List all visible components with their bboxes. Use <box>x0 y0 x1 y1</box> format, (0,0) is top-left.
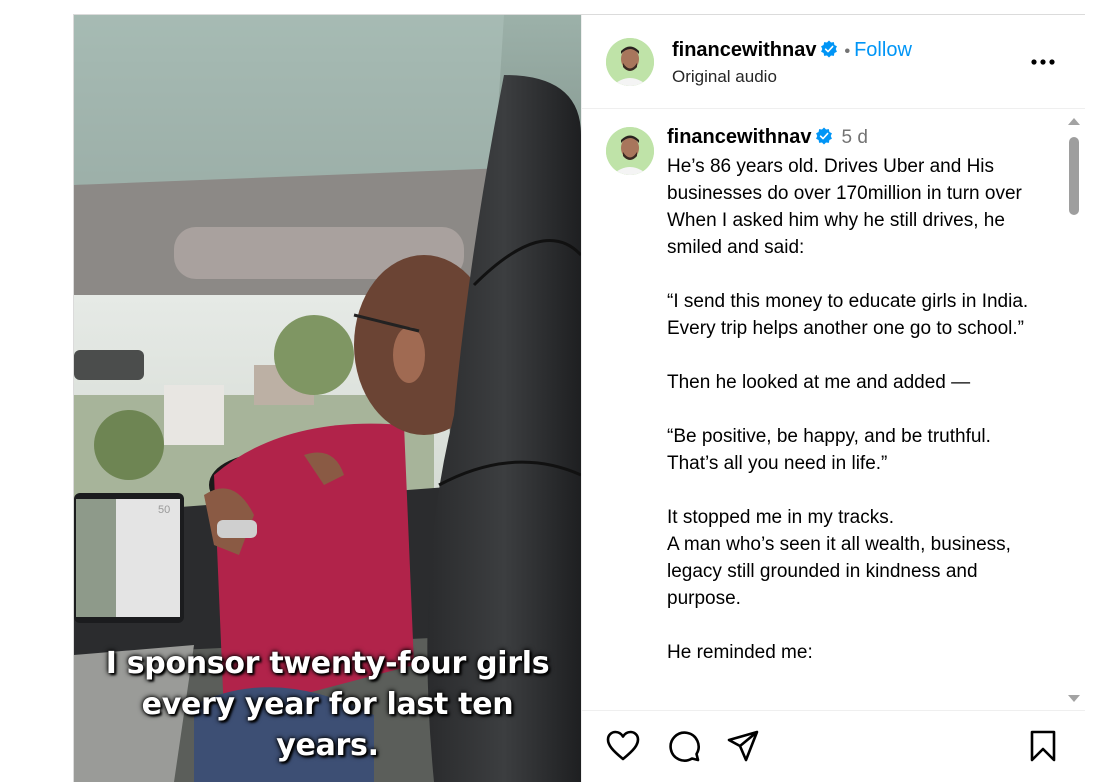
post-timestamp[interactable]: 5 d <box>841 127 867 148</box>
scrollbar-thumb[interactable] <box>1069 137 1079 215</box>
avatar[interactable] <box>606 127 654 175</box>
profile-photo <box>606 127 654 175</box>
scrollbar[interactable] <box>1063 115 1085 710</box>
username-link[interactable]: financewithnav <box>667 126 811 148</box>
post-caption-text: He’s 86 years old. Drives Uber and His b… <box>667 156 1029 663</box>
caption-line: every year for last ten <box>141 687 514 722</box>
caption-line: I sponsor twenty-four girls <box>105 646 550 681</box>
follow-button[interactable]: Follow <box>854 39 912 61</box>
audio-link[interactable]: Original audio <box>672 67 777 87</box>
separator-dot: • <box>844 43 851 60</box>
username-link[interactable]: financewithnav <box>672 39 816 61</box>
screen-speed: 50 <box>158 504 170 516</box>
reel-video[interactable]: 50 I sponsor twenty-four girls every yea… <box>74 15 581 782</box>
scroll-down-arrow-icon[interactable] <box>1068 695 1080 703</box>
share-icon[interactable] <box>726 729 760 763</box>
profile-photo <box>606 38 654 86</box>
verified-badge-icon <box>816 127 833 145</box>
avatar[interactable] <box>606 38 654 86</box>
scroll-up-arrow-icon[interactable] <box>1068 117 1080 125</box>
post-header: financewithnav • Follow Original audio <box>582 15 1085 109</box>
heart-icon[interactable] <box>606 729 640 763</box>
caption-line: years. <box>276 728 379 763</box>
more-options-icon[interactable] <box>1030 57 1056 67</box>
post-panel: financewithnav • Follow Original audio fin… <box>581 15 1085 782</box>
verified-badge-icon <box>821 40 838 58</box>
video-caption: I sponsor twenty-four girls every year f… <box>74 643 581 766</box>
bookmark-icon[interactable] <box>1026 729 1060 763</box>
comments-section[interactable]: financewithnav 5 d He’s 86 years old. Dri… <box>582 109 1085 710</box>
action-bar <box>582 710 1085 783</box>
username-row: financewithnav • Follow <box>672 39 912 62</box>
caption-header: financewithnav 5 d <box>667 126 868 149</box>
comment-icon[interactable] <box>667 729 701 763</box>
